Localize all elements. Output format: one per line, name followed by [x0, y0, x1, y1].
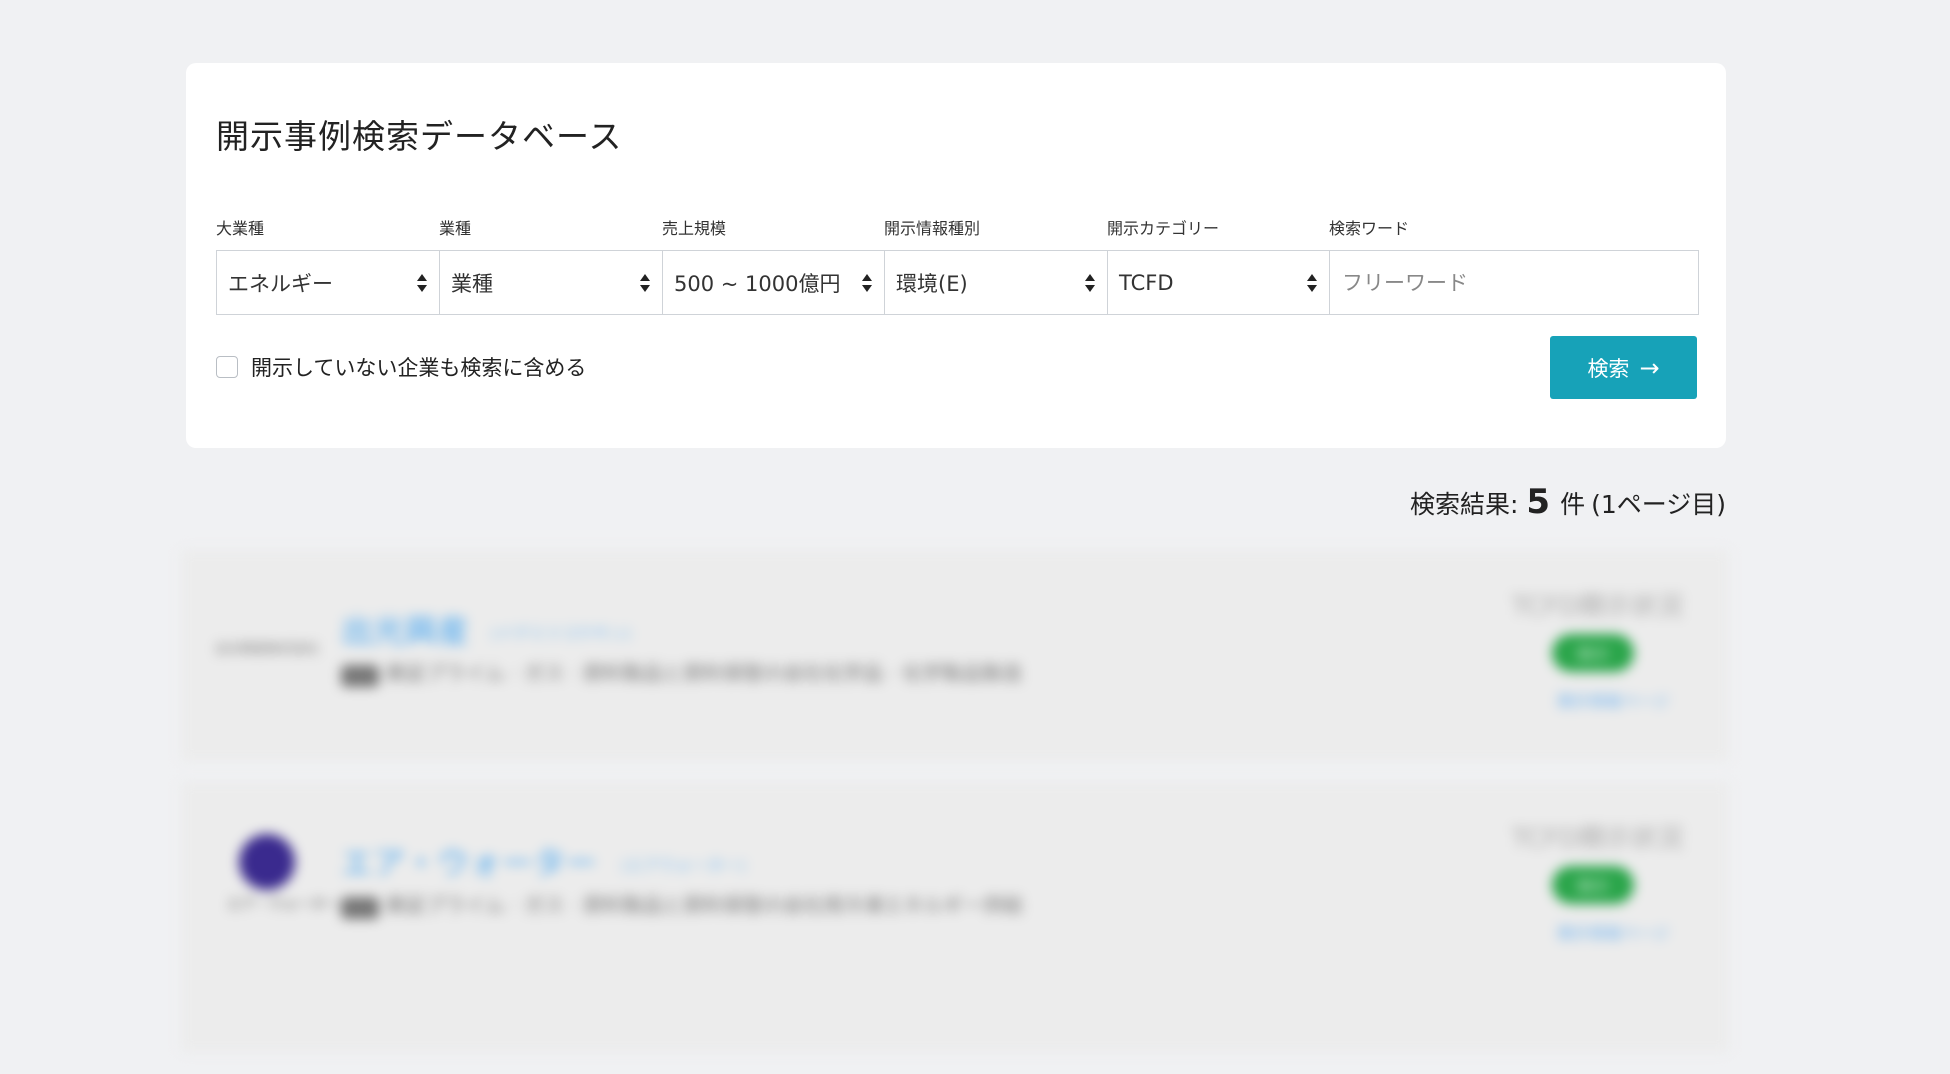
filter-label: 開示情報種別	[884, 219, 981, 238]
keyword-input[interactable]	[1329, 250, 1699, 315]
filter-industry: 業種 業種	[439, 221, 662, 315]
include-non-disclosed-option[interactable]: 開示していない企業も検索に含める	[216, 352, 586, 382]
filter-keyword: 検索ワード	[1329, 221, 1699, 315]
include-non-disclosed-label: 開示していない企業も検索に含める	[251, 356, 587, 380]
select-value: エネルギー	[228, 271, 333, 296]
sort-arrows-icon	[1085, 273, 1095, 292]
company-name-link[interactable]: 出光興産	[341, 606, 469, 652]
result-item[interactable]: エア・ウォーター エア・ウォーター (エアウォーター) 東証プライム · ガス …	[181, 782, 1729, 1052]
result-item[interactable]: 出光興産株式会社 出光興産 (イデミツコウサン) 東証プライム · ガス · 原…	[181, 550, 1729, 761]
result-count-prefix: 検索結果:	[1409, 490, 1519, 519]
select-value: 環境(E)	[896, 271, 968, 296]
company-meta: 東証プライム · ガス · 原料製品と原料保管の会社用冷凍エネルギー供給	[341, 889, 1441, 922]
filter-major-industry: 大業種 エネルギー	[216, 221, 439, 315]
result-list: 出光興産株式会社 出光興産 (イデミツコウサン) 東証プライム · ガス · 原…	[181, 550, 1729, 1052]
status-title: TCFD開示状況	[1511, 824, 1684, 854]
result-count: 検索結果: 5 件 (1ページ目)	[1410, 482, 1726, 522]
company-meta-text: 東証プライム · ガス · 原料製品と原料保管の会社化学品 · 化学製品製造	[385, 661, 1023, 685]
sort-arrows-icon	[640, 273, 650, 292]
company-meta: 東証プライム · ガス · 原料製品と原料保管の会社化学品 · 化学製品製造	[341, 657, 1441, 690]
company-logo: エア・ウォーター	[227, 897, 339, 913]
filter-label: 大業種	[216, 219, 265, 238]
filter-label: 売上規模	[662, 219, 727, 238]
sort-arrows-icon	[862, 273, 872, 292]
industry-select[interactable]: 業種	[439, 250, 662, 315]
include-non-disclosed-checkbox[interactable]	[216, 356, 238, 378]
search-button[interactable]: 検索 →	[1550, 336, 1697, 399]
select-value: 業種	[451, 271, 493, 296]
disclosure-category-select[interactable]: TCFD	[1107, 250, 1329, 315]
sort-arrows-icon	[417, 273, 427, 292]
company-kana: (イデミツコウサン)	[491, 624, 631, 643]
disclosure-page-link[interactable]: 開示情報ページ	[1557, 920, 1669, 944]
company-meta-text: 東証プライム · ガス · 原料製品と原料保管の会社用冷凍エネルギー供給	[385, 893, 1024, 917]
status-title: TCFD開示状況	[1511, 592, 1684, 622]
company-kana: (エアウォーター)	[621, 856, 746, 875]
search-panel: 開示事例検索データベース 大業種 エネルギー 業種 業種 売上規模 500 ~ …	[186, 63, 1726, 448]
sales-scale-select[interactable]: 500 ~ 1000億円	[662, 250, 884, 315]
company-logo-icon	[239, 834, 295, 890]
sort-arrows-icon	[1307, 273, 1317, 292]
disclosure-type-select[interactable]: 環境(E)	[884, 250, 1107, 315]
meta-tag	[341, 897, 380, 919]
page-title: 開示事例検索データベース	[216, 117, 623, 156]
company-logo: 出光興産株式会社	[215, 642, 320, 657]
filter-sales-scale: 売上規模 500 ~ 1000億円	[662, 221, 884, 315]
filter-label: 検索ワード	[1329, 219, 1410, 238]
search-button-label: 検索	[1587, 356, 1630, 381]
select-value: TCFD	[1119, 270, 1174, 295]
status-badge: 開示	[1552, 634, 1634, 672]
result-count-unit: 件	[1560, 490, 1586, 519]
filter-row: 大業種 エネルギー 業種 業種 売上規模 500 ~ 1000億円 開示情報種別…	[216, 221, 1699, 315]
result-count-number: 5	[1526, 482, 1551, 522]
disclosure-page-link[interactable]: 開示情報ページ	[1557, 688, 1669, 712]
company-name-link[interactable]: エア・ウォーター	[341, 838, 597, 884]
filter-disclosure-category: 開示カテゴリー TCFD	[1107, 221, 1329, 315]
filter-disclosure-type: 開示情報種別 環境(E)	[884, 221, 1107, 315]
result-page-info: (1ページ目)	[1591, 490, 1726, 519]
major-industry-select[interactable]: エネルギー	[216, 250, 439, 315]
select-value: 500 ~ 1000億円	[674, 271, 841, 296]
filter-label: 開示カテゴリー	[1107, 219, 1220, 238]
arrow-right-icon: →	[1639, 353, 1660, 382]
status-badge: 開示	[1552, 866, 1634, 904]
meta-tag	[341, 665, 380, 687]
filter-label: 業種	[439, 219, 472, 238]
